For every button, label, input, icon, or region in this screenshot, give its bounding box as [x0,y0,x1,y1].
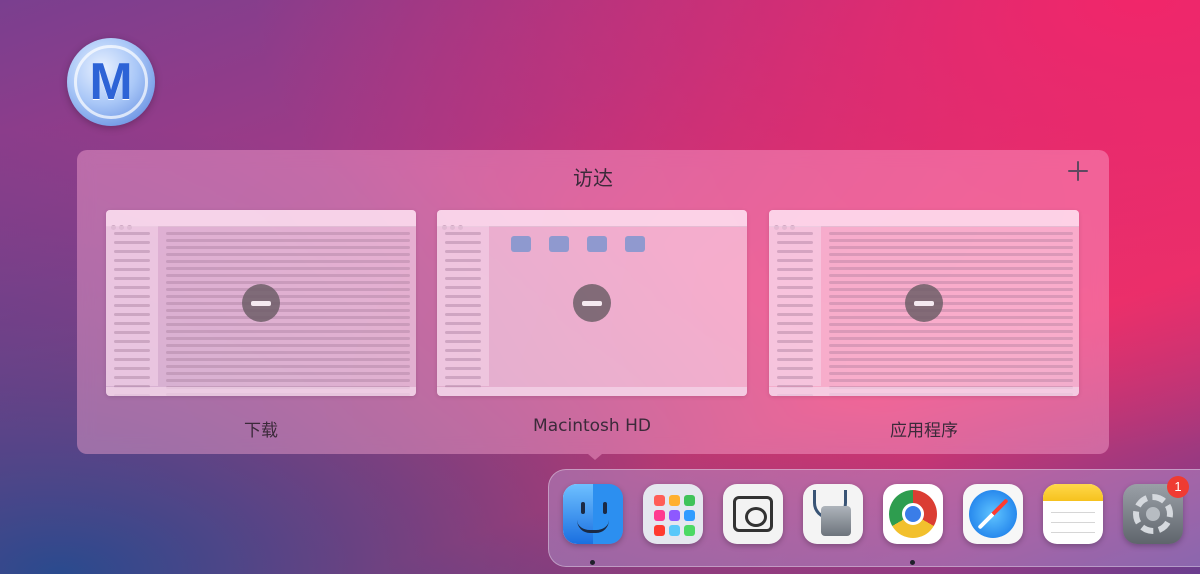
dock-item-finder[interactable] [563,484,623,565]
launchpad-icon [643,484,703,544]
dock-item-notes[interactable] [1043,484,1103,544]
window-thumbnail-downloads[interactable] [106,210,416,396]
chrome-icon [883,484,943,544]
disk-utility-icon [803,484,863,544]
dock-item-disk-utility[interactable] [803,484,863,544]
finder-icon [563,484,623,544]
window-label-macintosh-hd: Macintosh HD [533,416,651,436]
dock-item-screenshot[interactable] [723,484,783,544]
running-indicator [910,560,915,565]
dock-item-safari[interactable] [963,484,1023,544]
notification-badge: 1 [1167,476,1189,498]
window-thumbnail-macintosh-hd[interactable] [437,210,747,396]
dock-item-system-settings[interactable]: 1 [1123,476,1189,544]
new-window-button[interactable] [1065,158,1091,184]
window-label-downloads: 下载 [244,421,278,441]
safari-icon [963,484,1023,544]
screenshot-icon [723,484,783,544]
window-thumbnail-applications[interactable] [769,210,1079,396]
app-title: 访达 [573,166,613,190]
notes-icon [1043,484,1103,544]
window-switcher-panel: 访达 下载 Macintosh HD 应用程序 [77,150,1109,454]
close-window-button[interactable] [242,284,280,322]
close-window-button[interactable] [905,284,943,322]
dock-item-chrome[interactable] [883,484,943,565]
dock-item-launchpad[interactable] [643,484,703,544]
window-label-applications: 应用程序 [890,421,958,441]
panel-pointer [588,454,602,460]
app-logo-icon: M [67,38,155,126]
running-indicator [590,560,595,565]
dock: 1 [548,469,1200,567]
close-window-button[interactable] [573,284,611,322]
